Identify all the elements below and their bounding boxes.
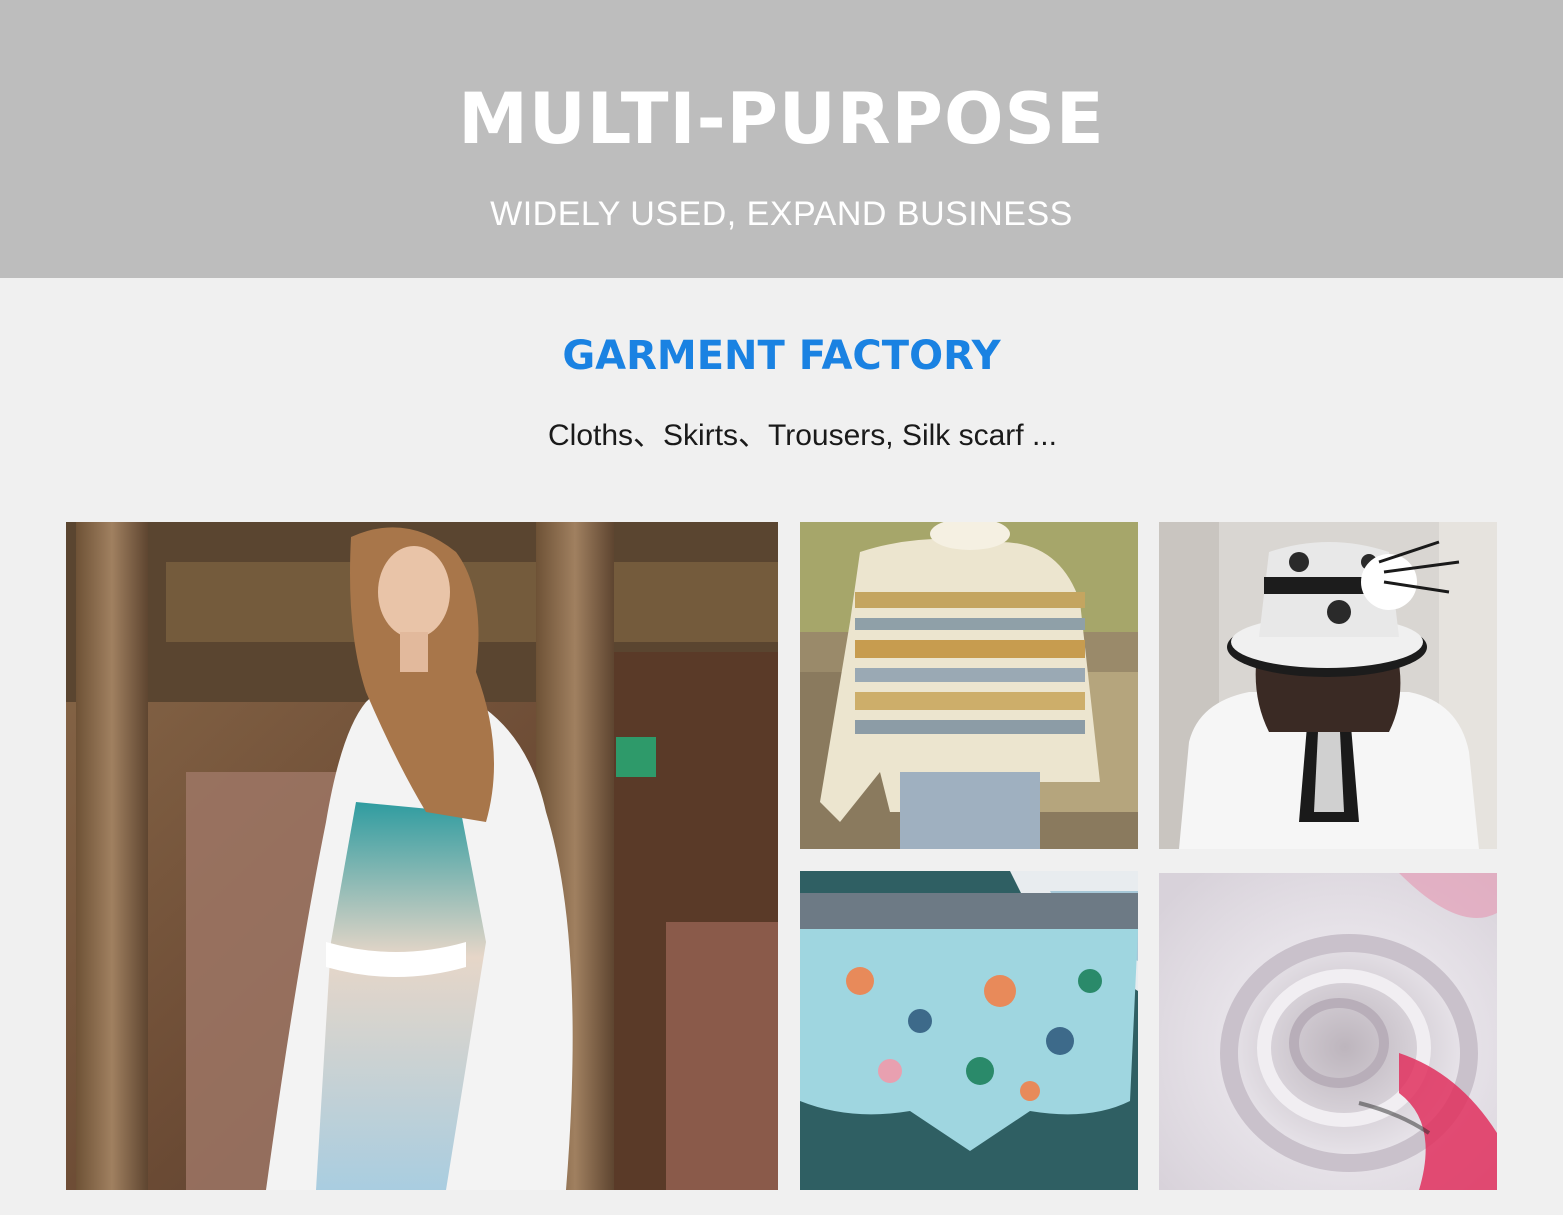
section-title: GARMENT FACTORY [562,333,1001,379]
banner-title: MULTI-PURPOSE [458,78,1105,160]
photo-woman-floral-hat [1159,522,1497,849]
photo-patterned-sweater [800,522,1138,849]
banner-subtitle: WIDELY USED, EXPAND BUSINESS [490,195,1073,233]
photo-printed-briefs [800,871,1138,1190]
photo-silk-scarf [1159,873,1497,1190]
photo-woman-printed-dress [66,522,778,1190]
hero-banner: MULTI-PURPOSE WIDELY USED, EXPAND BUSINE… [0,0,1563,278]
section-description: Cloths、Skirts、Trousers, Silk scarf ... [548,419,1057,452]
